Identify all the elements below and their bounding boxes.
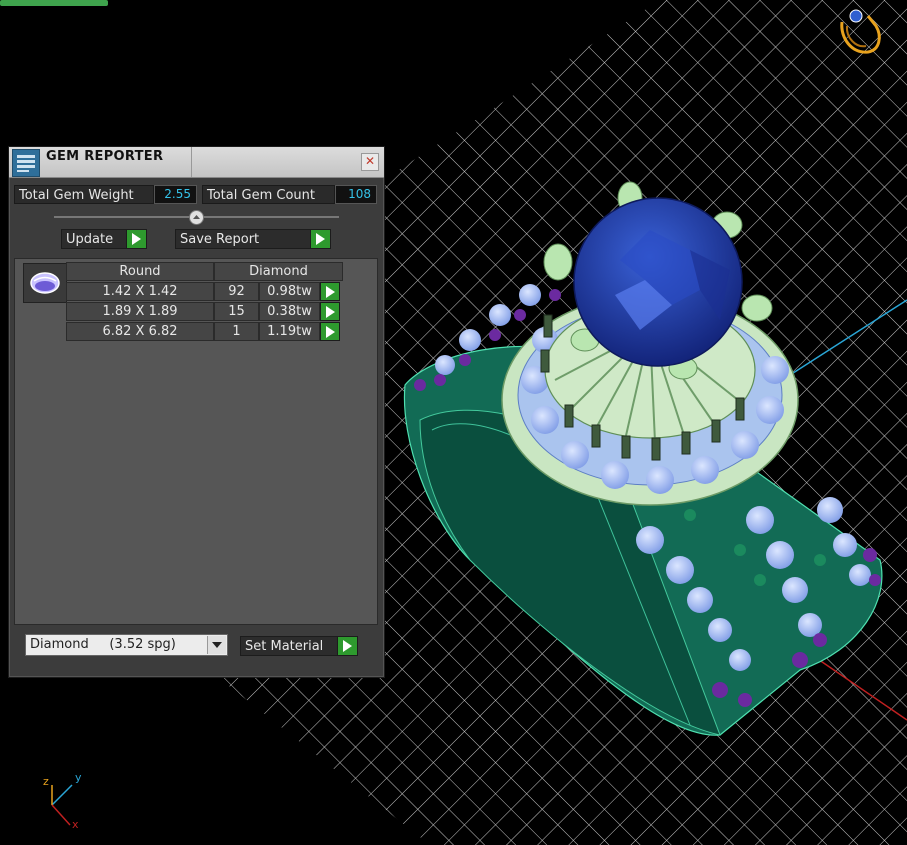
panel-title: GEM REPORTER: [46, 149, 164, 164]
row-select-button[interactable]: [320, 302, 340, 321]
play-arrow-icon: [310, 230, 330, 248]
shape-header: Round: [66, 262, 214, 281]
play-arrow-icon: [326, 286, 335, 298]
gem-count-cell: 92: [214, 282, 259, 301]
gem-thumbnail[interactable]: [23, 263, 67, 303]
axis-z-label: z: [43, 775, 49, 788]
gem-reporter-panel: GEM REPORTER ✕ Total Gem Weight 2.55 Tot…: [8, 146, 385, 678]
play-arrow-icon: [326, 306, 335, 318]
play-arrow-icon: [126, 230, 146, 248]
save-report-button[interactable]: Save Report: [175, 229, 331, 249]
total-gem-weight-value: 2.55: [154, 185, 197, 204]
chevron-down-icon: [207, 636, 226, 654]
close-button[interactable]: ✕: [361, 153, 379, 171]
gem-weight-cell: 0.98tw: [259, 282, 320, 301]
play-arrow-icon: [337, 637, 357, 655]
title-separator: [191, 147, 192, 177]
gem-weight-cell: 0.38tw: [259, 302, 320, 321]
total-gem-count-label: Total Gem Count: [202, 185, 335, 204]
gem-reporter-app-icon: [12, 149, 40, 177]
update-button[interactable]: Update: [61, 229, 147, 249]
viewport-tab[interactable]: [0, 0, 108, 6]
total-gem-count-value: 108: [335, 185, 377, 204]
gem-count-cell: 1: [214, 322, 259, 341]
gem-count-cell: 15: [214, 302, 259, 321]
close-icon: ✕: [364, 154, 376, 168]
update-button-label: Update: [66, 232, 114, 247]
total-gem-weight-label: Total Gem Weight: [14, 185, 154, 204]
set-material-button[interactable]: Set Material: [240, 636, 358, 656]
title-bar[interactable]: GEM REPORTER ✕: [9, 147, 384, 178]
row-select-button[interactable]: [320, 322, 340, 341]
axis-triad: [51, 784, 73, 826]
axis-y-label: y: [75, 771, 82, 784]
set-material-button-label: Set Material: [245, 639, 324, 654]
round-gem-icon: [30, 272, 60, 294]
axis-x-label: x: [72, 818, 79, 831]
row-select-button[interactable]: [320, 282, 340, 301]
material-select[interactable]: Diamond (3.52 spg): [25, 634, 228, 656]
center-gem: [573, 197, 743, 367]
play-arrow-icon: [326, 326, 335, 338]
slider-knob[interactable]: [189, 210, 204, 225]
gem-size-cell: 1.42 X 1.42: [66, 282, 214, 301]
gem-size-cell: 6.82 X 6.82: [66, 322, 214, 341]
material-header: Diamond: [214, 262, 343, 281]
gem-weight-cell: 1.19tw: [259, 322, 320, 341]
material-select-value: Diamond (3.52 spg): [30, 637, 176, 652]
save-report-button-label: Save Report: [180, 232, 260, 247]
slider-up-icon: [193, 215, 200, 219]
gem-size-cell: 1.89 X 1.89: [66, 302, 214, 321]
